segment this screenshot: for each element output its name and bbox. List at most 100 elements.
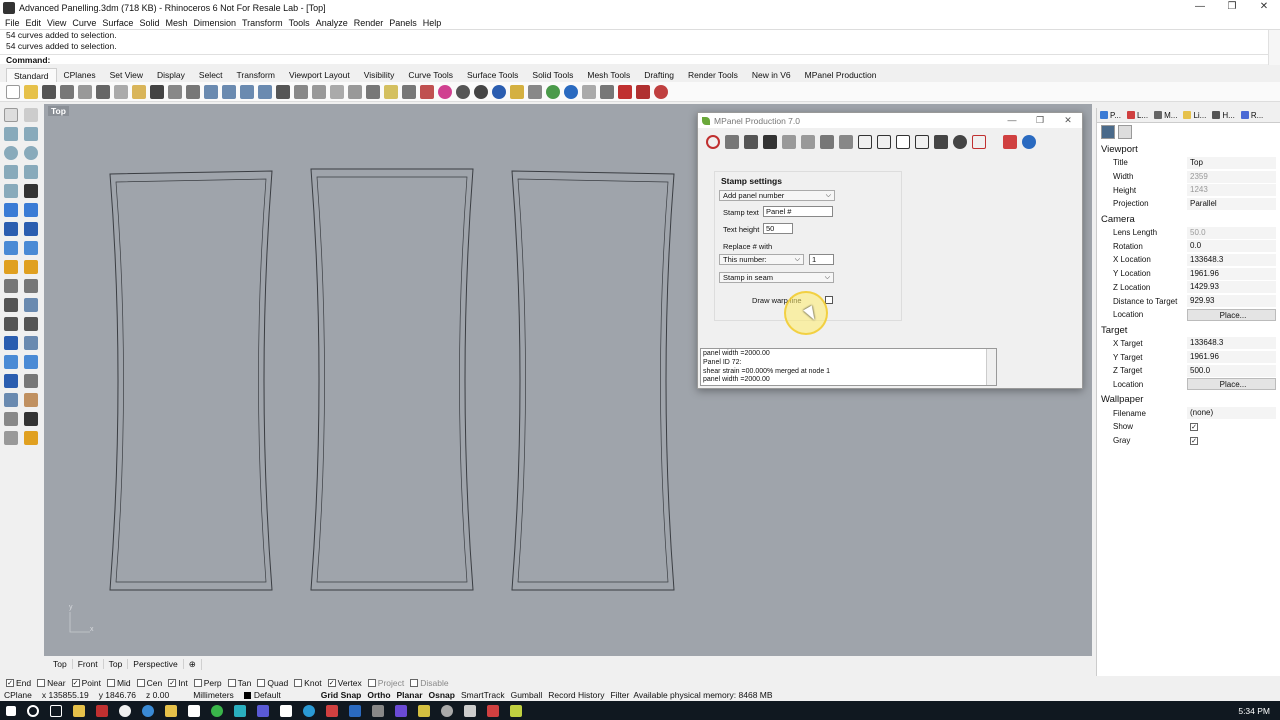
panel-outline-icon[interactable] [858, 135, 872, 149]
stamp-text-input[interactable]: Panel # [763, 206, 833, 217]
tab-libraries[interactable]: Li... [1180, 108, 1209, 122]
osnap-checkbox[interactable]: ✓ [6, 678, 14, 687]
project-icon[interactable] [24, 393, 38, 407]
rhino-taskbar-icon[interactable] [464, 704, 476, 717]
layer-icon[interactable] [420, 84, 434, 99]
close-button[interactable]: ✕ [1248, 0, 1280, 16]
layer-indicator[interactable]: Default [243, 690, 281, 700]
tab-render-tools[interactable]: Render Tools [681, 68, 745, 82]
mpanel-log[interactable]: panel width =2000.00 Panel ID 72: shear … [700, 348, 997, 386]
osnap-end[interactable]: ✓ End [6, 678, 31, 688]
property-value[interactable]: Parallel [1187, 197, 1276, 210]
osnap-toggle[interactable]: Osnap [429, 690, 455, 700]
osnap-checkbox[interactable] [294, 678, 303, 687]
circle-icon[interactable] [4, 146, 18, 160]
file-explorer-icon[interactable] [73, 704, 85, 717]
lock-icon[interactable] [402, 84, 416, 99]
tab-mesh-tools[interactable]: Mesh Tools [580, 68, 637, 82]
property-value[interactable]: 1961.96 [1187, 267, 1276, 280]
property-value[interactable]: 133648.3 [1187, 337, 1276, 350]
checkbox-icon[interactable]: ✓ [1190, 436, 1198, 445]
maximize-button[interactable]: ❐ [1216, 0, 1248, 16]
tab-viewport-layout[interactable]: Viewport Layout [282, 68, 357, 82]
property-checkbox[interactable]: ✓ [1187, 421, 1276, 433]
tab-render[interactable]: R... [1238, 108, 1266, 122]
material-sphere-icon[interactable] [474, 84, 488, 99]
tab-properties[interactable]: P... [1097, 108, 1124, 122]
app-icon[interactable] [257, 704, 269, 717]
help-icon[interactable] [1022, 135, 1036, 149]
drafting-icon[interactable] [4, 298, 18, 312]
gumball-toggle[interactable]: Gumball [511, 690, 543, 700]
toolbar-item-icon[interactable] [636, 84, 650, 99]
menu-surface[interactable]: Surface [99, 18, 136, 28]
columns-icon[interactable] [820, 135, 834, 149]
transform-icon[interactable] [4, 260, 18, 274]
clear-icon[interactable] [972, 135, 986, 149]
viewport-tab-top[interactable]: Top [48, 659, 73, 669]
panel-shape-icon[interactable] [839, 135, 853, 149]
filter-toggle[interactable]: Filter [610, 690, 629, 700]
text-height-input[interactable]: 50 [763, 223, 793, 234]
osnap-project[interactable]: Project [367, 678, 404, 688]
osnap-mid[interactable]: Mid [106, 678, 131, 688]
zoom-extents-icon[interactable] [240, 84, 254, 99]
point-icon[interactable] [24, 108, 38, 122]
battery-icon[interactable] [618, 84, 632, 99]
paste-icon[interactable] [132, 84, 146, 99]
command-prompt[interactable]: Command: [0, 54, 1268, 65]
lightbulb-icon[interactable] [384, 84, 398, 99]
text-icon[interactable] [4, 336, 18, 350]
gumball-icon[interactable] [24, 260, 38, 274]
osnap-point[interactable]: ✓ Point [71, 678, 101, 688]
cylinder-icon[interactable] [4, 241, 18, 255]
viewport-title[interactable]: Top [48, 106, 69, 116]
tab-cplanes[interactable]: CPlanes [57, 68, 103, 82]
menu-file[interactable]: File [2, 18, 23, 28]
export-icon[interactable] [1003, 135, 1017, 149]
planar-toggle[interactable]: Planar [397, 690, 423, 700]
skype-icon[interactable] [303, 704, 315, 717]
new-file-icon[interactable] [6, 84, 20, 99]
viewport-tab-top-2[interactable]: Top [104, 659, 129, 669]
menu-render[interactable]: Render [351, 18, 387, 28]
osnap-checkbox[interactable] [410, 678, 419, 687]
log-scrollbar[interactable] [986, 349, 996, 385]
ellipse-icon[interactable] [24, 146, 38, 160]
layout-icon[interactable] [24, 374, 38, 388]
select-icon[interactable] [330, 84, 344, 99]
replace-mode-select[interactable]: This number: ⌵ [719, 254, 804, 265]
grid-array-icon[interactable] [4, 393, 18, 407]
app-icon[interactable] [441, 704, 453, 717]
tab-display[interactable]: Display [150, 68, 192, 82]
frame-icon[interactable] [600, 84, 614, 99]
osnap-int[interactable]: ✓ Int [168, 678, 188, 688]
osnap-vertex[interactable]: ✓ Vertex [327, 678, 362, 688]
tab-transform[interactable]: Transform [230, 68, 282, 82]
record-history-toggle[interactable]: Record History [548, 690, 604, 700]
osnap-cen[interactable]: Cen [136, 678, 162, 688]
search-icon[interactable] [27, 704, 39, 717]
stamp-mode-select[interactable]: Add panel number ⌵ [719, 190, 835, 201]
tab-new-in-v6[interactable]: New in V6 [745, 68, 798, 82]
undo-icon[interactable] [150, 84, 164, 99]
osnap-disable[interactable]: Disable [410, 678, 449, 688]
property-value[interactable]: 0.0 [1187, 240, 1276, 253]
refresh-icon[interactable] [706, 135, 720, 149]
minimize-button[interactable]: — [1184, 0, 1216, 16]
tab-help[interactable]: H... [1209, 108, 1237, 122]
block-icon[interactable] [4, 374, 18, 388]
dialog-minimize-button[interactable]: — [998, 115, 1026, 126]
plus-icon[interactable] [763, 135, 777, 149]
viewport-tab-perspective[interactable]: Perspective [128, 659, 184, 669]
app-icon[interactable] [349, 704, 361, 717]
osnap-checkbox[interactable] [257, 678, 266, 687]
command-scrollbar[interactable] [1268, 30, 1280, 65]
units-label[interactable]: Millimeters [193, 690, 234, 700]
pan-icon[interactable] [168, 84, 182, 99]
merge-panels-icon[interactable] [782, 135, 796, 149]
stamp-settings-icon[interactable] [915, 135, 929, 149]
menu-analyze[interactable]: Analyze [313, 18, 351, 28]
help-icon[interactable] [564, 84, 578, 99]
paint-icon[interactable] [24, 431, 38, 445]
